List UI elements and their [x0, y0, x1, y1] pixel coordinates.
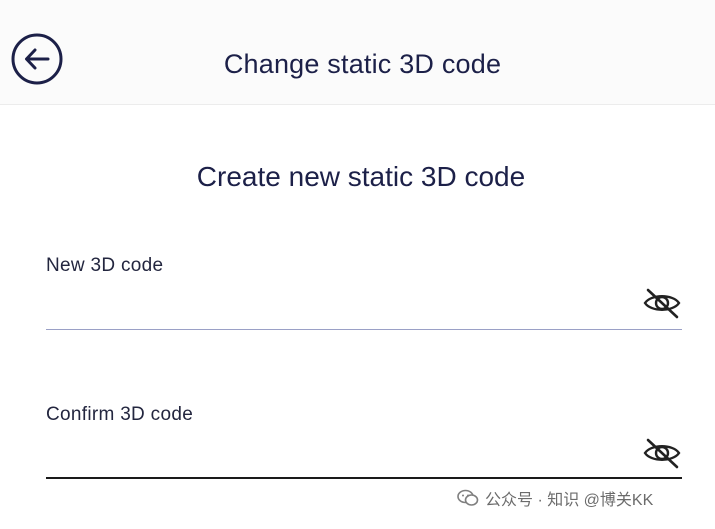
confirm-code-visibility-toggle[interactable]	[642, 436, 682, 470]
eye-slash-icon	[643, 288, 681, 319]
confirm-code-label: Confirm 3D code	[46, 404, 194, 425]
new-code-label: New 3D code	[46, 255, 164, 276]
watermark-text: 公众号 · 知识 @博关KK	[485, 492, 654, 509]
watermark: 公众号 · 知识 @博关KK	[457, 487, 653, 509]
new-code-underline	[46, 329, 682, 330]
wechat-icon	[457, 489, 479, 506]
section-title: Create new static 3D code	[196, 161, 526, 192]
confirm-code-input[interactable]	[46, 440, 634, 470]
eye-slash-icon	[643, 438, 681, 469]
new-code-input[interactable]	[46, 290, 634, 320]
new-code-visibility-toggle[interactable]	[642, 286, 682, 320]
app-header: Change static 3D code	[0, 0, 715, 105]
confirm-code-underline	[46, 477, 682, 479]
page-title: Change static 3D code	[223, 49, 502, 79]
